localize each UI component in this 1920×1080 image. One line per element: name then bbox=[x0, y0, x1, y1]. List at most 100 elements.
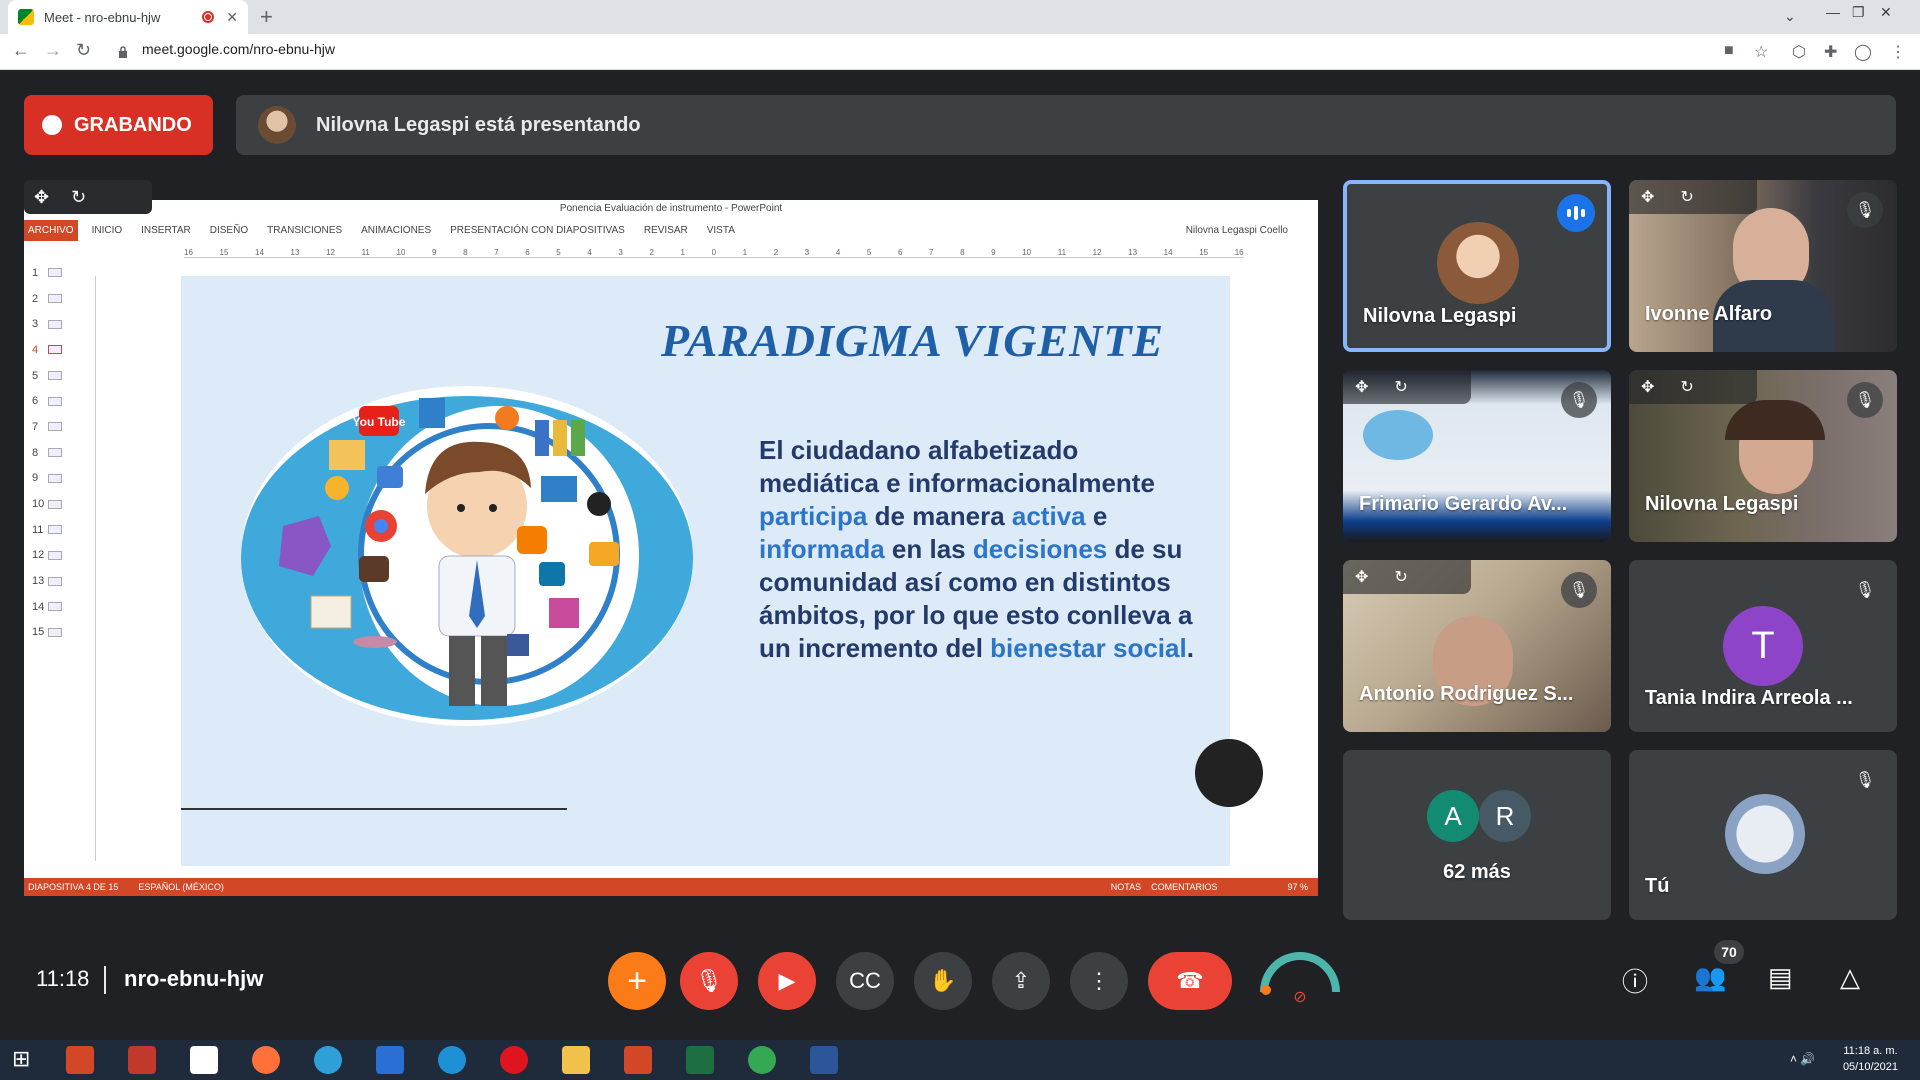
tab-search-icon[interactable]: ⌄ bbox=[1784, 8, 1796, 25]
restore-window-button[interactable]: ❐ bbox=[1852, 4, 1865, 21]
slide-thumbnail[interactable]: 10 bbox=[24, 491, 82, 517]
bookmark-star-icon[interactable]: ☆ bbox=[1754, 42, 1768, 62]
taskbar-app-icon[interactable] bbox=[128, 1046, 156, 1074]
opera-taskbar-icon[interactable] bbox=[500, 1046, 528, 1074]
reload-icon[interactable]: ↻ bbox=[76, 40, 91, 61]
slide-thumbnail[interactable]: 12 bbox=[24, 543, 82, 569]
ribbon-tab-vista[interactable]: VISTA bbox=[707, 225, 735, 236]
slide-thumbnail[interactable]: 7 bbox=[24, 414, 82, 440]
ribbon-tab-animaciones[interactable]: ANIMACIONES bbox=[361, 225, 431, 236]
ie-taskbar-icon[interactable] bbox=[438, 1046, 466, 1074]
slide-thumbnail[interactable]: 6 bbox=[24, 388, 82, 414]
camera-permission-icon[interactable]: ■ bbox=[1724, 42, 1734, 60]
self-tile[interactable]: 🎙 Tú bbox=[1629, 750, 1897, 920]
slide-thumbnail[interactable]: 2 bbox=[24, 286, 82, 312]
profile-avatar-icon[interactable]: ◯ bbox=[1854, 42, 1872, 62]
extension-cube-icon[interactable]: ⬡ bbox=[1792, 42, 1806, 62]
visual-effects-gauge-icon[interactable]: ⊘ bbox=[1258, 946, 1342, 1006]
slide-thumbnail[interactable]: 15 bbox=[24, 620, 82, 646]
ribbon-tab-transiciones[interactable]: TRANSICIONES bbox=[267, 225, 342, 236]
present-screen-button[interactable]: ⇪ bbox=[992, 952, 1050, 1010]
presentation-area[interactable]: Ponencia Evaluación de instrumento - Pow… bbox=[24, 200, 1318, 896]
taskbar-file-icon[interactable] bbox=[190, 1046, 218, 1074]
ribbon-tab-presentacion[interactable]: PRESENTACIÓN CON DIAPOSITIVAS bbox=[450, 225, 625, 236]
refresh-icon[interactable]: ↻ bbox=[71, 187, 86, 208]
excel-taskbar-icon[interactable] bbox=[686, 1046, 714, 1074]
browser-tab[interactable]: Meet - nro-ebnu-hjw ✕ bbox=[8, 0, 248, 34]
meeting-details-icon[interactable]: ⓘ bbox=[1622, 962, 1648, 999]
tile-controls: ✥ ↻ bbox=[1629, 370, 1757, 404]
extensions-puzzle-icon[interactable]: ✚ bbox=[1824, 42, 1837, 62]
participant-tile[interactable]: ✥ ↻ 🎙 Antonio Rodriguez S... bbox=[1343, 560, 1611, 732]
more-options-button[interactable]: ⋮ bbox=[1070, 952, 1128, 1010]
ribbon-tab-diseno[interactable]: DISEÑO bbox=[210, 225, 248, 236]
slide-thumbnail[interactable]: 1 bbox=[24, 260, 82, 286]
activities-icon[interactable]: △ bbox=[1840, 962, 1860, 993]
slide-thumbnail[interactable]: 14 bbox=[24, 594, 82, 620]
firefox-taskbar-icon[interactable] bbox=[252, 1046, 280, 1074]
ribbon-tab-inicio[interactable]: INICIO bbox=[92, 225, 123, 236]
raise-hand-button[interactable]: ✋ bbox=[914, 952, 972, 1010]
tray-icons[interactable]: ˄ 🔊 bbox=[1790, 1052, 1815, 1066]
leave-call-button[interactable]: ☎ bbox=[1148, 952, 1232, 1010]
move-icon[interactable]: ✥ bbox=[1641, 377, 1654, 397]
powerpoint-taskbar-icon[interactable] bbox=[624, 1046, 652, 1074]
slide-number: 4 bbox=[32, 343, 39, 356]
browser-menu-icon[interactable]: ⋮ bbox=[1890, 42, 1906, 62]
notes-button[interactable]: NOTAS bbox=[1111, 882, 1141, 892]
add-activity-button[interactable]: + bbox=[608, 952, 666, 1010]
ribbon-tab-archivo[interactable]: ARCHIVO bbox=[24, 219, 78, 241]
back-icon[interactable]: ← bbox=[12, 40, 30, 61]
chat-icon[interactable]: ▤ bbox=[1768, 962, 1793, 993]
status-right: NOTAS COMENTARIOS 97 % bbox=[1111, 882, 1308, 892]
zoom-level[interactable]: 97 % bbox=[1287, 882, 1308, 892]
more-participants-tile[interactable]: A R 62 más bbox=[1343, 750, 1611, 920]
explorer-taskbar-icon[interactable] bbox=[562, 1046, 590, 1074]
move-icon[interactable]: ✥ bbox=[1641, 187, 1654, 207]
slide-thumbnail[interactable]: 13 bbox=[24, 568, 82, 594]
refresh-icon[interactable]: ↻ bbox=[1680, 187, 1693, 207]
teacup-icon bbox=[353, 636, 397, 648]
participant-count-badge: 70 bbox=[1714, 940, 1744, 964]
edge-taskbar-icon[interactable] bbox=[314, 1046, 342, 1074]
new-tab-button[interactable]: + bbox=[260, 4, 273, 30]
taskbar-app-icon[interactable] bbox=[66, 1046, 94, 1074]
recording-badge[interactable]: GRABANDO bbox=[24, 95, 213, 155]
taskbar-app-icon[interactable] bbox=[376, 1046, 404, 1074]
refresh-icon[interactable]: ↻ bbox=[1394, 567, 1407, 587]
move-icon[interactable]: ✥ bbox=[34, 187, 49, 208]
slide-thumbnail[interactable]: 5 bbox=[24, 363, 82, 389]
minimize-window-button[interactable]: — bbox=[1826, 4, 1840, 20]
chrome-taskbar-icon[interactable] bbox=[748, 1046, 776, 1074]
participant-tile[interactable]: Nilovna Legaspi bbox=[1343, 180, 1611, 352]
participant-tile[interactable]: ✥ ↻ 🎙 Nilovna Legaspi bbox=[1629, 370, 1897, 542]
toggle-mic-button[interactable]: 🎙 bbox=[680, 952, 738, 1010]
ribbon-tab-revisar[interactable]: REVISAR bbox=[644, 225, 688, 236]
participant-tile[interactable]: ✥ ↻ 🎙 Frimario Gerardo Av... bbox=[1343, 370, 1611, 542]
browser-toolbar: ← → ↻ meet.google.com/nro-ebnu-hjw ■ ☆ ⬡… bbox=[0, 34, 1920, 70]
captions-button[interactable]: CC bbox=[836, 952, 894, 1010]
address-bar[interactable]: meet.google.com/nro-ebnu-hjw bbox=[142, 41, 335, 57]
windows-start-icon[interactable]: ⊞ bbox=[12, 1046, 40, 1074]
people-icon[interactable]: 👥 bbox=[1694, 962, 1726, 993]
close-tab-icon[interactable]: ✕ bbox=[226, 9, 238, 26]
forward-icon[interactable]: → bbox=[44, 40, 62, 61]
slide-number: 1 bbox=[32, 266, 39, 279]
slide-thumbnail[interactable]: 4 bbox=[24, 337, 82, 363]
move-icon[interactable]: ✥ bbox=[1355, 377, 1368, 397]
system-clock[interactable]: 11:18 a. m. 05/10/2021 bbox=[1843, 1043, 1898, 1075]
participant-tile[interactable]: T 🎙 Tania Indira Arreola ... bbox=[1629, 560, 1897, 732]
slide-thumbnail[interactable]: 11 bbox=[24, 517, 82, 543]
close-window-button[interactable]: ✕ bbox=[1880, 4, 1892, 21]
move-icon[interactable]: ✥ bbox=[1355, 567, 1368, 587]
word-taskbar-icon[interactable] bbox=[810, 1046, 838, 1074]
refresh-icon[interactable]: ↻ bbox=[1680, 377, 1693, 397]
slide-thumbnail[interactable]: 9 bbox=[24, 466, 82, 492]
ribbon-tab-insertar[interactable]: INSERTAR bbox=[141, 225, 191, 236]
refresh-icon[interactable]: ↻ bbox=[1394, 377, 1407, 397]
toggle-camera-button[interactable]: ▶ bbox=[758, 952, 816, 1010]
slide-thumbnail[interactable]: 8 bbox=[24, 440, 82, 466]
slide-thumbnail[interactable]: 3 bbox=[24, 311, 82, 337]
comments-button[interactable]: COMENTARIOS bbox=[1151, 882, 1217, 892]
participant-tile[interactable]: ✥ ↻ 🎙 Ivonne Alfaro bbox=[1629, 180, 1897, 352]
